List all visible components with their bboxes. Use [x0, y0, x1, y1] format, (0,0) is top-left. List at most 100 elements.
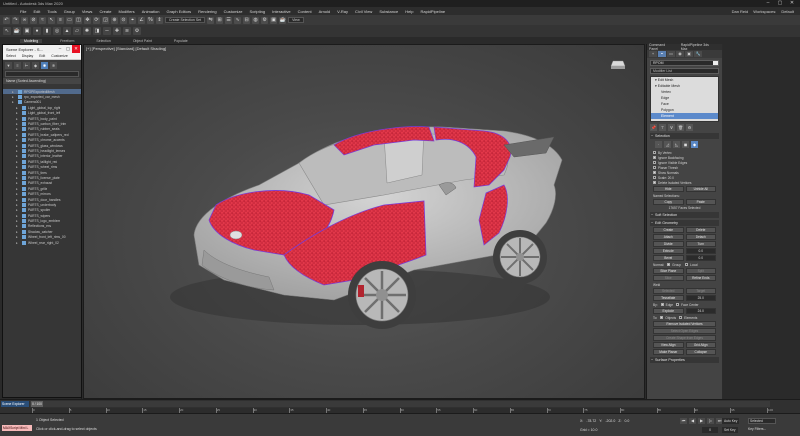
command-panel-title[interactable]: Command Panel: [649, 43, 675, 51]
view-align-button[interactable]: View Align: [653, 342, 684, 348]
torus-icon[interactable]: ◎: [53, 27, 61, 35]
cone-icon[interactable]: ▲: [63, 27, 71, 35]
workspace-dropdown[interactable]: Default: [781, 9, 794, 14]
weld-selected-button[interactable]: Selected: [653, 288, 684, 294]
tessellate-button[interactable]: Tessellate: [653, 295, 684, 301]
split-button[interactable]: Split: [685, 268, 716, 274]
menu-help[interactable]: Help: [405, 9, 413, 14]
hierarchy-icon[interactable]: ⊢: [23, 61, 30, 69]
rotate-icon[interactable]: ⟳: [93, 16, 100, 24]
edge-icon[interactable]: ◿: [664, 141, 671, 148]
layer-icon[interactable]: ☰: [225, 16, 233, 24]
edit-geometry-rollout[interactable]: Edit Geometry: [650, 220, 719, 226]
select-icon[interactable]: ↖: [48, 16, 55, 24]
auto-key-button[interactable]: Auto Key: [722, 418, 740, 424]
se-menu-customize[interactable]: Customize: [51, 54, 68, 58]
refine-ends-button[interactable]: Refine Ends: [685, 275, 716, 281]
create-tab-icon[interactable]: +: [649, 51, 657, 57]
soft-selection-rollout[interactable]: Soft Selection: [650, 212, 719, 218]
modifier-list-dropdown[interactable]: Modifier List: [650, 68, 719, 74]
unhide-all-button[interactable]: Unhide All: [685, 186, 716, 192]
select-by-name-icon[interactable]: ≡: [57, 16, 64, 24]
time-slider-track[interactable]: [30, 401, 770, 407]
minimize-icon[interactable]: –: [762, 0, 774, 7]
object-color-swatch[interactable]: [713, 61, 718, 65]
vertex-icon[interactable]: ·: [655, 141, 662, 148]
material-editor-icon[interactable]: ◍: [252, 16, 260, 24]
light-icon[interactable]: ✺: [83, 27, 91, 35]
face-icon[interactable]: ◺: [673, 141, 680, 148]
maxscript-listener[interactable]: MAXScript Mini L: [2, 425, 32, 431]
elements-radio[interactable]: [679, 316, 683, 319]
element-icon[interactable]: ◆: [691, 141, 698, 148]
align-icon[interactable]: ⊞: [216, 16, 224, 24]
set-key-button[interactable]: Set Key: [722, 427, 738, 433]
menu-modifiers[interactable]: Modifiers: [118, 9, 134, 14]
menu-tools[interactable]: Tools: [47, 9, 56, 14]
curve-editor-icon[interactable]: ∿: [234, 16, 242, 24]
pivot-icon[interactable]: ⊙: [120, 16, 127, 24]
key-mode-dropdown[interactable]: Selected: [748, 418, 776, 424]
expand-icon[interactable]: ▸: [16, 219, 21, 223]
menu-animation[interactable]: Animation: [142, 9, 160, 14]
user-name[interactable]: Dan Reid: [732, 9, 749, 14]
expand-icon[interactable]: ▸: [16, 138, 21, 142]
rect-select-icon[interactable]: ▭: [66, 16, 73, 24]
selection-option[interactable]: Delete Isolated Vertices: [653, 180, 716, 185]
create-button[interactable]: Create: [653, 227, 684, 233]
tessellate-amount-field[interactable]: 25.0: [685, 295, 716, 301]
menu-substance[interactable]: Substance: [379, 9, 398, 14]
expand-icon[interactable]: ▸: [16, 160, 21, 164]
checkbox[interactable]: [653, 161, 656, 164]
expand-icon[interactable]: ▸: [16, 214, 21, 218]
menu-create[interactable]: Create: [99, 9, 111, 14]
expand-icon[interactable]: ▸: [16, 154, 21, 158]
explode-angle-field[interactable]: 24.0: [685, 308, 716, 314]
surface-properties-rollout[interactable]: Surface Properties: [650, 357, 719, 363]
expand-icon[interactable]: ▸: [16, 149, 21, 153]
menu-views[interactable]: Views: [82, 9, 93, 14]
play-icon[interactable]: ▶: [698, 418, 705, 424]
slice-plane-button[interactable]: Slice Plane: [653, 268, 684, 274]
sphere-icon[interactable]: ●: [33, 27, 41, 35]
helper-icon[interactable]: ✚: [113, 27, 121, 35]
menu-rapidpipeline[interactable]: RapidPipeline: [420, 9, 445, 14]
expand-icon[interactable]: ▸: [16, 230, 21, 234]
delete-button[interactable]: Delete: [685, 227, 716, 233]
expand-icon[interactable]: ▸: [12, 90, 17, 94]
x-field[interactable]: -78.72: [586, 419, 596, 423]
menu-edit[interactable]: Edit: [33, 9, 40, 14]
select-open-edges-button[interactable]: Select Open Edges: [653, 328, 716, 334]
spinner-snap-icon[interactable]: ⇕: [156, 16, 163, 24]
expand-icon[interactable]: ▸: [16, 165, 21, 169]
menu-rendering[interactable]: Rendering: [198, 9, 216, 14]
key-filters-button[interactable]: Key Filters...: [748, 427, 766, 431]
expand-icon[interactable]: ▸: [16, 117, 21, 121]
menu-content[interactable]: Content: [298, 9, 312, 14]
angle-snap-icon[interactable]: ∠: [138, 16, 145, 24]
display-tab-icon[interactable]: ▣: [685, 51, 693, 57]
teapot-icon[interactable]: ☕: [13, 27, 21, 35]
select-object-icon[interactable]: ↖: [3, 27, 11, 35]
systems-icon[interactable]: ⚙: [133, 27, 141, 35]
move-icon[interactable]: ✥: [84, 16, 91, 24]
show-end-result-icon[interactable]: ⊤: [659, 124, 666, 131]
expand-icon[interactable]: ▸: [16, 133, 21, 137]
slice-button[interactable]: Slice: [653, 275, 684, 281]
perspective-viewport[interactable]: [+] [Perspective] [Standard] [Default Sh…: [83, 44, 645, 399]
display-geometry-icon[interactable]: ◆: [32, 61, 39, 69]
tab-populate[interactable]: Populate: [170, 39, 192, 43]
next-frame-icon[interactable]: ▷: [707, 418, 714, 424]
percent-snap-icon[interactable]: %: [147, 16, 154, 24]
scene-explorer-tab[interactable]: Scene Explorer: [1, 401, 29, 407]
bind-space-warp-icon[interactable]: ≈: [39, 16, 46, 24]
expand-icon[interactable]: ▸: [16, 171, 21, 175]
scene-explorer-search[interactable]: [5, 71, 79, 77]
copy-button[interactable]: Copy: [653, 199, 684, 205]
face-center-radio[interactable]: [676, 303, 680, 306]
name-column-header[interactable]: Name (Sorted Ascending): [3, 78, 81, 84]
object-name-field[interactable]: RPOM: [650, 60, 719, 66]
time-slider[interactable]: 0 / 100: [31, 401, 43, 407]
checkbox[interactable]: [653, 156, 656, 159]
motion-tab-icon[interactable]: ◉: [676, 51, 684, 57]
